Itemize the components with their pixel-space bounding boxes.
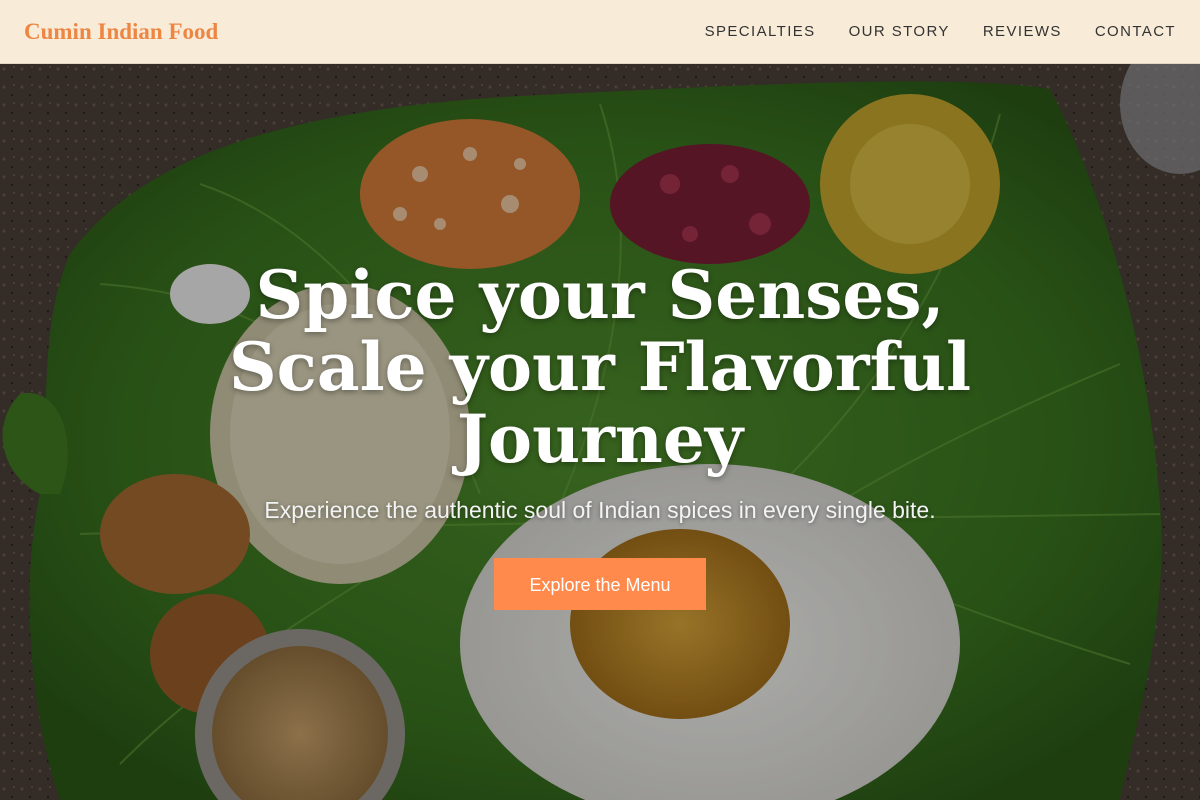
nav-specialties[interactable]: SPECIALTIES [705,23,816,40]
nav-reviews[interactable]: REVIEWS [983,23,1062,40]
hero-content: Spice your Senses, Scale your Flavorful … [0,259,1200,610]
main-nav: SPECIALTIES OUR STORY REVIEWS CONTACT [705,23,1176,40]
site-header: Cumin Indian Food SPECIALTIES OUR STORY … [0,0,1200,64]
nav-contact[interactable]: CONTACT [1095,23,1176,40]
hero-subtitle: Experience the authentic soul of Indian … [264,497,936,523]
hero-section: Spice your Senses, Scale your Flavorful … [0,64,1200,800]
hero-title: Spice your Senses, Scale your Flavorful … [228,256,972,478]
nav-our-story[interactable]: OUR STORY [849,23,950,40]
explore-menu-button[interactable]: Explore the Menu [494,558,706,610]
brand-logo[interactable]: Cumin Indian Food [24,19,218,45]
